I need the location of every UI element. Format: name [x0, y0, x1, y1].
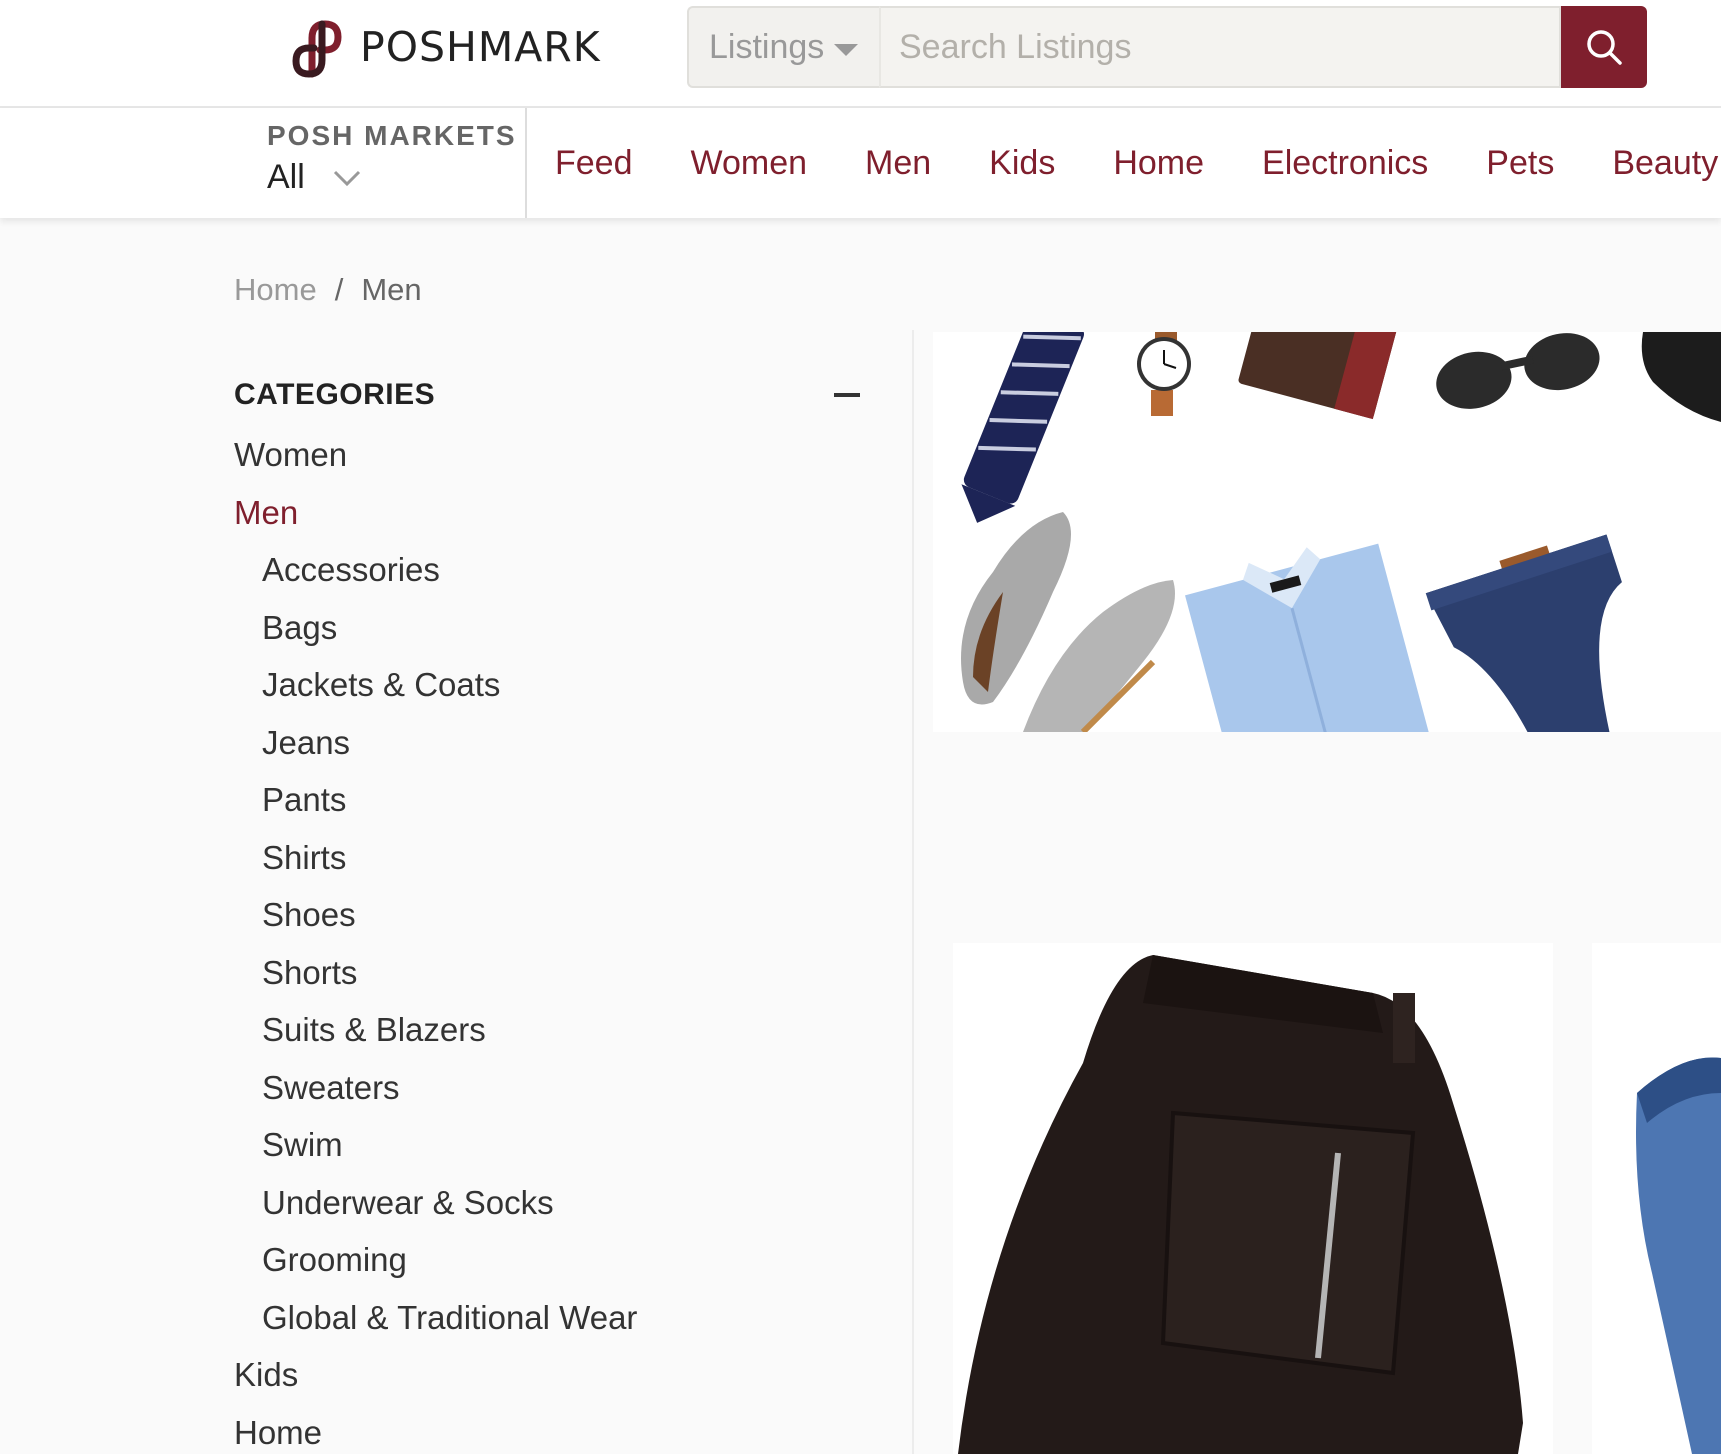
- collapse-icon[interactable]: [834, 393, 860, 397]
- shoes-image: [961, 512, 1175, 732]
- jeans-image: [1425, 534, 1622, 732]
- category-kids[interactable]: Kids: [234, 1346, 864, 1404]
- search-icon: [1587, 30, 1622, 65]
- breadcrumb: Home / Men: [234, 272, 422, 308]
- category-women[interactable]: Women: [234, 426, 864, 484]
- category-nav-bar: POSH MARKETS All Feed Women Men Kids Hom…: [0, 108, 1721, 218]
- nav-link-women[interactable]: Women: [691, 144, 808, 183]
- poshmark-logo[interactable]: POSHMARK: [292, 16, 601, 78]
- category-underwear-socks[interactable]: Underwear & Socks: [234, 1174, 864, 1232]
- category-shoes[interactable]: Shoes: [234, 886, 864, 944]
- sunglasses-image: [1436, 333, 1600, 409]
- product-card[interactable]: [1592, 943, 1721, 1454]
- watch-image: [1137, 332, 1191, 416]
- categories-title: CATEGORIES: [234, 378, 436, 411]
- nav-link-home[interactable]: Home: [1113, 144, 1204, 183]
- nav-links: Feed Women Men Kids Home Electronics Pet…: [555, 108, 1721, 218]
- product-image: [958, 955, 1523, 1454]
- nav-link-pets[interactable]: Pets: [1486, 144, 1554, 183]
- category-pants[interactable]: Pants: [234, 771, 864, 829]
- category-home[interactable]: Home: [234, 1404, 864, 1454]
- category-swim[interactable]: Swim: [234, 1116, 864, 1174]
- search-input[interactable]: [879, 6, 1561, 88]
- nav-link-feed[interactable]: Feed: [555, 144, 633, 183]
- category-suits-blazers[interactable]: Suits & Blazers: [234, 1001, 864, 1059]
- category-grooming[interactable]: Grooming: [234, 1231, 864, 1289]
- category-shorts[interactable]: Shorts: [234, 944, 864, 1002]
- categories-sidebar: CATEGORIES Women Men Accessories Bags Ja…: [234, 370, 864, 1454]
- top-header: POSHMARK Listings: [0, 0, 1721, 108]
- search-bar: Listings: [687, 6, 1647, 88]
- nav-link-men[interactable]: Men: [865, 144, 931, 183]
- poshmark-logo-icon: [292, 20, 342, 78]
- posh-markets-title: POSH MARKETS: [267, 120, 517, 151]
- search-scope-select[interactable]: Listings: [687, 6, 879, 88]
- category-shirts[interactable]: Shirts: [234, 829, 864, 887]
- product-card[interactable]: [953, 943, 1553, 1454]
- glove-image: [1641, 332, 1721, 422]
- category-sweaters[interactable]: Sweaters: [234, 1059, 864, 1117]
- posh-markets-value: All: [267, 158, 305, 196]
- men-category-banner[interactable]: [933, 332, 1721, 732]
- category-jackets-coats[interactable]: Jackets & Coats: [234, 656, 864, 714]
- breadcrumb-current: Men: [361, 272, 422, 307]
- caret-down-icon: [834, 44, 859, 56]
- breadcrumb-home[interactable]: Home: [234, 272, 317, 308]
- category-men[interactable]: Men: [234, 484, 864, 542]
- category-list: Women Men Accessories Bags Jackets & Coa…: [234, 426, 864, 1454]
- nav-link-electronics[interactable]: Electronics: [1262, 144, 1428, 183]
- category-jeans[interactable]: Jeans: [234, 714, 864, 772]
- breadcrumb-separator: /: [334, 272, 344, 307]
- posh-markets-selector[interactable]: POSH MARKETS All: [267, 120, 527, 208]
- category-accessories[interactable]: Accessories: [234, 541, 864, 599]
- shirt-image: [1185, 543, 1430, 732]
- chevron-down-icon: [333, 170, 360, 186]
- category-bags[interactable]: Bags: [234, 599, 864, 657]
- categories-header: CATEGORIES: [234, 370, 864, 420]
- nav-link-kids[interactable]: Kids: [989, 144, 1055, 183]
- search-scope-label: Listings: [709, 27, 825, 66]
- category-global-traditional-wear[interactable]: Global & Traditional Wear: [234, 1289, 864, 1347]
- product-image: [1636, 1057, 1721, 1454]
- wallet-image: [1238, 332, 1399, 420]
- brand-name: POSHMARK: [360, 23, 601, 71]
- banner-image: [961, 332, 1721, 732]
- search-button[interactable]: [1561, 6, 1647, 88]
- tie-image: [961, 332, 1085, 523]
- content-divider: [912, 330, 914, 1454]
- nav-divider: [525, 108, 527, 218]
- nav-link-beauty[interactable]: Beauty: [1612, 144, 1718, 183]
